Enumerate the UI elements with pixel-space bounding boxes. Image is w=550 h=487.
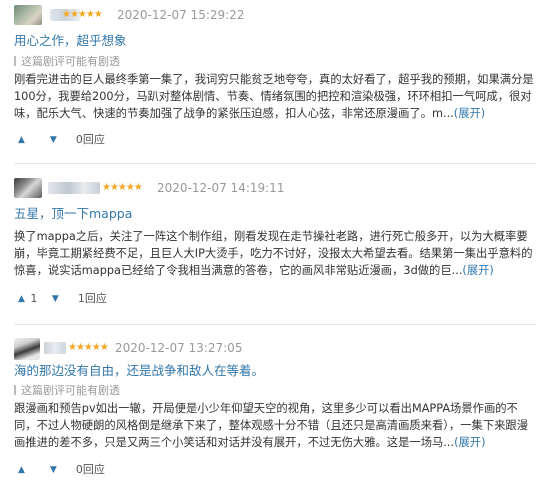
review-actions: ▲ ▼ 0回应	[18, 463, 105, 477]
upvote-icon[interactable]: ▲	[18, 292, 25, 306]
spoiler-text: 这篇剧评可能有剧透	[21, 55, 120, 68]
review-body: 跟漫画和预告pv如出一辙，开局便是小少年仰望天空的视角，这里多少可以看出MAPP…	[14, 400, 534, 451]
avatar[interactable]	[14, 338, 40, 360]
review-time: 2020-12-07 13:27:05	[115, 341, 243, 355]
username-blurred[interactable]	[48, 182, 100, 194]
upvote-count: 1	[30, 292, 38, 305]
review-actions: ▲ ▼ 0回应	[18, 133, 105, 147]
upvote-icon[interactable]: ▲	[18, 133, 25, 147]
review-time: 2020-12-07 14:19:11	[157, 181, 285, 195]
reply-link[interactable]: 1回应	[78, 292, 107, 306]
expand-link[interactable]: (展开)	[454, 107, 485, 120]
review-card: ★★★★★ 2020-12-07 13:27:05 海的那边没有自由，还是战争和…	[0, 327, 550, 487]
expand-link[interactable]: (展开)	[462, 264, 493, 277]
review-text: 跟漫画和预告pv如出一辙，开局便是小少年仰望天空的视角，这里多少可以看出MAPP…	[14, 402, 529, 449]
review-body: 换了mappa之后，关注了一阵这个制作组，刚看发现在走节操社老路，进行死亡般多开…	[14, 228, 534, 279]
spoiler-bar	[14, 385, 16, 395]
review-title[interactable]: 海的那边没有自由，还是战争和敌人在等着。	[14, 363, 264, 379]
divider	[14, 163, 536, 164]
username-blurred[interactable]	[44, 342, 66, 354]
upvote-icon[interactable]: ▲	[18, 463, 25, 477]
review-title[interactable]: 用心之作，超乎想象	[14, 33, 127, 49]
avatar[interactable]	[14, 5, 42, 25]
review-card: ★★★★★ 2020-12-07 15:29:22 用心之作，超乎想象 这篇剧评…	[0, 0, 550, 160]
downvote-icon[interactable]: ▼	[50, 463, 57, 477]
review-title[interactable]: 五星，顶一下mappa	[14, 206, 132, 222]
spoiler-text: 这篇剧评可能有剧透	[21, 384, 120, 397]
review-text: 换了mappa之后，关注了一阵这个制作组，刚看发现在走节操社老路，进行死亡般多开…	[14, 230, 533, 277]
reply-link[interactable]: 0回应	[76, 463, 105, 477]
downvote-icon[interactable]: ▼	[52, 292, 59, 306]
spoiler-warning: 这篇剧评可能有剧透	[14, 384, 534, 398]
rating-stars: ★★★★★	[62, 9, 103, 20]
review-card: ★★★★★ 2020-12-07 14:19:11 五星，顶一下mappa 换了…	[0, 166, 550, 316]
divider	[14, 324, 536, 325]
rating-stars: ★★★★★	[68, 342, 109, 353]
review-body: 刚看完进击的巨人最终季第一集了，我词穷只能贫乏地夸夸，真的太好看了，超乎我的预期…	[14, 71, 534, 122]
downvote-icon[interactable]: ▼	[50, 133, 57, 147]
spoiler-warning: 这篇剧评可能有剧透	[14, 55, 534, 69]
review-actions: ▲ 1 ▼ 1回应	[18, 292, 107, 306]
rating-stars: ★★★★★	[102, 182, 143, 193]
avatar[interactable]	[14, 178, 42, 198]
reply-link[interactable]: 0回应	[76, 133, 105, 147]
expand-link[interactable]: (展开)	[454, 436, 485, 449]
review-time: 2020-12-07 15:29:22	[117, 8, 245, 22]
spoiler-bar	[14, 56, 16, 66]
